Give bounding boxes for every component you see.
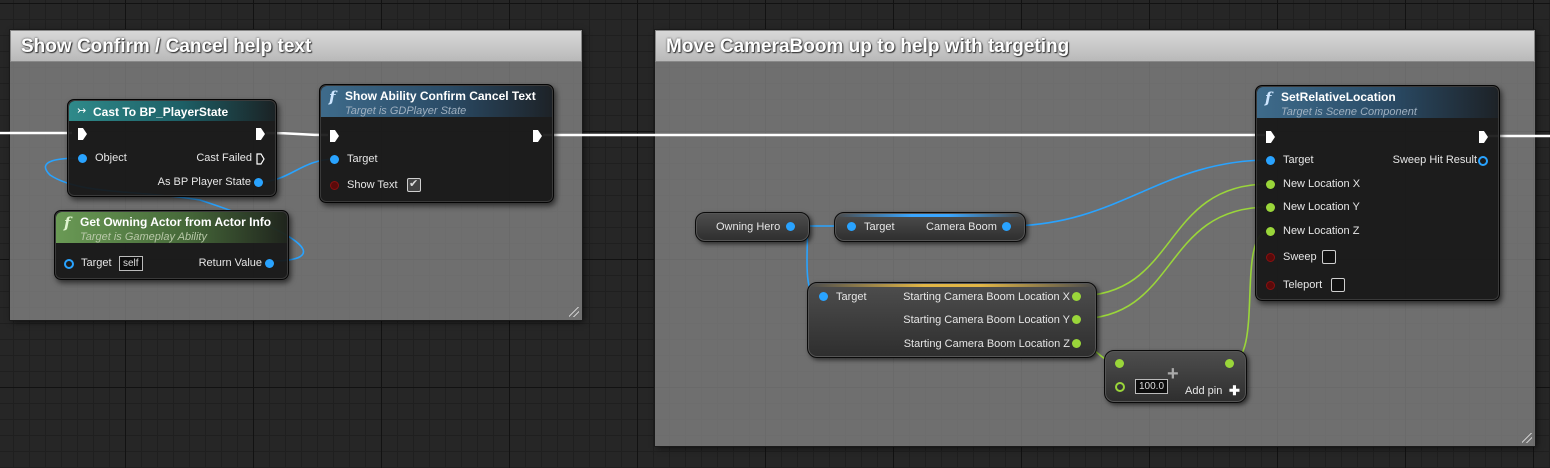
node-subtitle: Target is Gameplay Ability	[80, 231, 207, 243]
node-subtitle: Target is GDPlayer State	[345, 105, 467, 117]
add-input-a-pin[interactable]	[1115, 359, 1124, 368]
object-wire	[1006, 159, 1271, 227]
node-header: f Get Owning Actor from Actor Info Targe…	[56, 212, 287, 243]
show-text-pin[interactable]	[330, 181, 339, 190]
target-pin[interactable]	[64, 259, 74, 269]
pin-label: Target	[1283, 154, 1314, 166]
node-title: Get Owning Actor from Actor Info	[80, 215, 272, 229]
pin-label: Target	[347, 153, 378, 165]
location-x-pin[interactable]	[1072, 292, 1081, 301]
node-header: f SetRelativeLocation Target is Scene Co…	[1257, 87, 1498, 118]
owning-hero-pin[interactable]	[786, 222, 795, 231]
node-title: Show Ability Confirm Cancel Text	[345, 89, 536, 103]
location-y-pin[interactable]	[1072, 315, 1081, 324]
show-text-checkbox[interactable]	[407, 177, 421, 192]
new-location-z-pin[interactable]	[1266, 227, 1275, 236]
exec-out-pin[interactable]	[256, 128, 265, 140]
location-z-pin[interactable]	[1072, 339, 1081, 348]
function-icon: f	[1265, 89, 1272, 107]
return-value-pin[interactable]	[265, 259, 274, 268]
variable-label: Owning Hero	[716, 221, 781, 233]
add-output-pin[interactable]	[1225, 359, 1234, 368]
pin-label: Show Text	[347, 179, 398, 191]
cast-node[interactable]: ↣ Cast To BP_PlayerState Object Cast Fai…	[67, 99, 277, 197]
target-pin[interactable]	[330, 155, 339, 164]
pin-label: New Location Z	[1283, 225, 1360, 237]
pin-label: Teleport	[1283, 279, 1323, 291]
exec-in-pin[interactable]	[78, 128, 87, 140]
pin-label: New Location X	[1283, 178, 1361, 190]
node-title: Cast To BP_PlayerState	[93, 105, 229, 119]
float-wire	[1076, 183, 1270, 297]
pin-label: Target	[81, 257, 112, 269]
teleport-checkbox[interactable]	[1331, 278, 1345, 292]
pin-label: Target	[864, 221, 895, 233]
accent-bar	[837, 214, 1023, 217]
pin-label: As BP Player State	[157, 176, 251, 188]
pin-label: Sweep	[1283, 251, 1317, 263]
pin-label: Cast Failed	[196, 152, 252, 164]
accent-bar	[810, 284, 1094, 287]
target-default-field[interactable]: self	[119, 256, 143, 271]
exec-in-pin[interactable]	[330, 130, 339, 142]
add-operator-icon: +	[1167, 363, 1179, 385]
cast-icon: ↣	[77, 105, 87, 117]
as-bp-player-state-pin[interactable]	[254, 178, 263, 187]
node-header: ↣ Cast To BP_PlayerState	[69, 101, 275, 121]
node-subtitle: Target is Scene Component	[1281, 106, 1417, 118]
float-wire	[1076, 206, 1270, 320]
sweep-hit-result-pin[interactable]	[1478, 156, 1488, 166]
pin-label: Camera Boom	[926, 221, 997, 233]
add-value-field[interactable]: 100.0	[1135, 379, 1169, 394]
target-pin[interactable]	[1266, 156, 1275, 165]
exec-out-pin[interactable]	[1479, 131, 1488, 143]
add-pin-label[interactable]: Add pin	[1185, 385, 1222, 397]
exec-in-pin[interactable]	[1266, 131, 1275, 143]
pin-label: New Location Y	[1283, 201, 1360, 213]
show-ability-text-node[interactable]: f Show Ability Confirm Cancel Text Targe…	[319, 84, 554, 203]
new-location-x-pin[interactable]	[1266, 180, 1275, 189]
camera-boom-getter-node[interactable]: Target Camera Boom	[834, 212, 1026, 242]
sweep-checkbox[interactable]	[1322, 250, 1336, 264]
teleport-pin[interactable]	[1266, 281, 1275, 290]
pin-label: Sweep Hit Result	[1392, 154, 1477, 166]
owning-hero-variable-node[interactable]: Owning Hero	[695, 212, 810, 242]
pin-label: Target	[836, 291, 867, 303]
new-location-y-pin[interactable]	[1266, 203, 1275, 212]
get-owning-actor-node[interactable]: f Get Owning Actor from Actor Info Targe…	[54, 210, 289, 280]
pin-label: Starting Camera Boom Location Z	[903, 338, 1070, 350]
pin-label: Starting Camera Boom Location X	[903, 291, 1070, 303]
target-pin[interactable]	[847, 222, 856, 231]
add-input-b-pin[interactable]	[1115, 382, 1125, 392]
cast-failed-exec-pin[interactable]	[256, 153, 265, 165]
camera-boom-pin[interactable]	[1002, 222, 1011, 231]
object-pin[interactable]	[78, 154, 87, 163]
node-title: SetRelativeLocation	[1281, 90, 1396, 104]
pin-label: Object	[95, 152, 127, 164]
pin-label: Starting Camera Boom Location Y	[903, 314, 1070, 326]
function-icon: f	[64, 214, 71, 232]
target-pin[interactable]	[819, 292, 828, 301]
set-relative-location-node[interactable]: f SetRelativeLocation Target is Scene Co…	[1255, 85, 1500, 301]
add-pin-icon[interactable]: ✚	[1229, 383, 1240, 399]
exec-out-pin[interactable]	[533, 130, 542, 142]
starting-camera-boom-location-node[interactable]: Target Starting Camera Boom Location X S…	[807, 282, 1097, 358]
add-float-node[interactable]: 100.0 + Add pin ✚	[1104, 350, 1247, 403]
pin-label: Return Value	[198, 257, 262, 269]
node-header: f Show Ability Confirm Cancel Text Targe…	[321, 86, 552, 117]
sweep-pin[interactable]	[1266, 253, 1275, 262]
function-icon: f	[329, 88, 336, 106]
